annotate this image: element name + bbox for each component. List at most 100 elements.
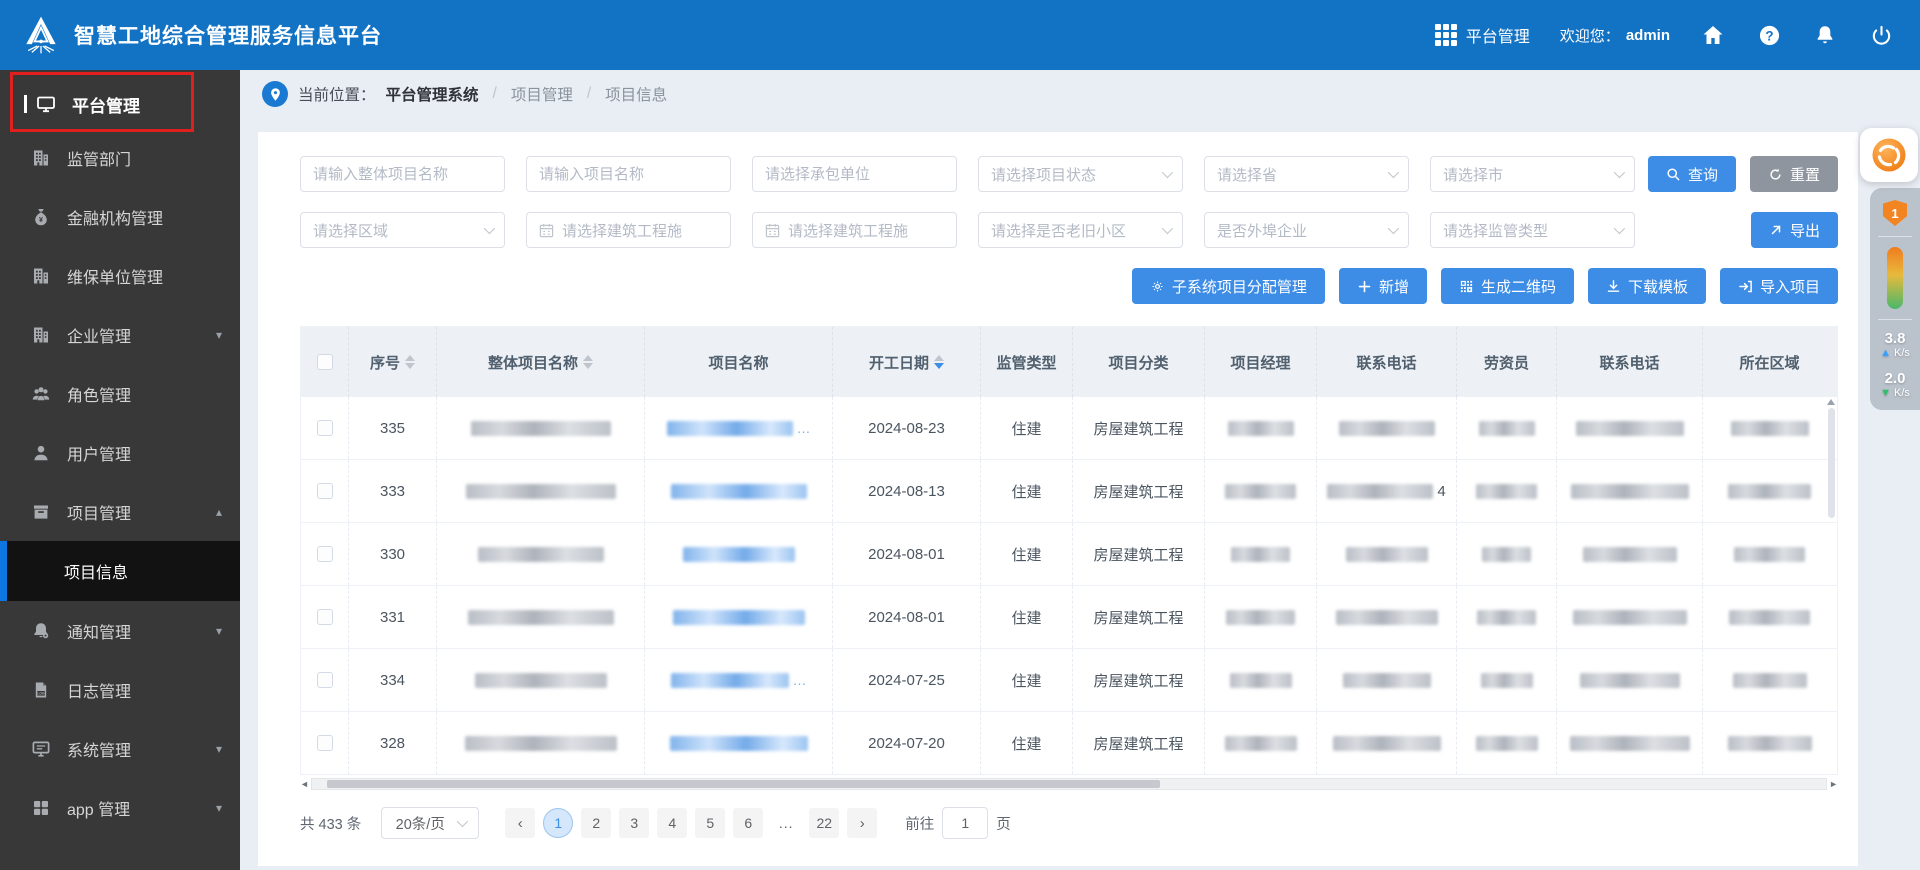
horizontal-scrollbar[interactable]: ◄ ► — [300, 777, 1838, 791]
action-button-0[interactable]: 子系统项目分配管理 — [1132, 268, 1325, 304]
cell-project-name-link[interactable] — [645, 460, 833, 522]
page-number-3[interactable]: 3 — [619, 808, 649, 838]
browser-assistant-logo[interactable] — [1860, 128, 1918, 182]
filter-select-1-5[interactable]: 请选择市 — [1430, 156, 1635, 192]
row-checkbox[interactable] — [301, 649, 349, 711]
sidebar-item-4[interactable]: 企业管理▾ — [0, 305, 240, 364]
help-icon[interactable]: ? — [1756, 22, 1782, 48]
page-number-1[interactable]: 1 — [543, 808, 573, 838]
vertical-scrollbar[interactable] — [1826, 399, 1836, 769]
sort-icons[interactable] — [583, 355, 593, 369]
scrollbar-thumb[interactable] — [327, 780, 1160, 788]
action-button-4[interactable]: 导入项目 — [1720, 268, 1838, 304]
filter-select-2-0[interactable]: 请选择区域 — [300, 212, 505, 248]
page-number-4[interactable]: 4 — [657, 808, 687, 838]
placeholder-text: 请选择建筑工程施 — [562, 220, 718, 241]
page-number-2[interactable]: 2 — [581, 808, 611, 838]
prev-page-button[interactable]: ‹ — [505, 808, 535, 838]
checkbox[interactable] — [317, 483, 333, 499]
breadcrumb-root[interactable]: 平台管理系统 — [386, 83, 479, 105]
action-button-2[interactable]: 生成二维码 — [1441, 268, 1574, 304]
sidebar-item-6[interactable]: 用户管理 — [0, 423, 240, 482]
cell-project-category: 房屋建筑工程 — [1073, 712, 1205, 774]
row-checkbox[interactable] — [301, 397, 349, 459]
sidebar-item-5[interactable]: 角色管理 — [0, 364, 240, 423]
sidebar-item-2[interactable]: ¥金融机构管理 — [0, 187, 240, 246]
filter-select-2-3[interactable]: 请选择是否老旧小区 — [978, 212, 1183, 248]
sidebar-item-11[interactable]: 系统管理▾ — [0, 719, 240, 778]
row-checkbox[interactable] — [301, 460, 349, 522]
checkbox[interactable] — [317, 609, 333, 625]
sidebar-item-7[interactable]: 项目管理▴ — [0, 482, 240, 541]
filter-select-2-4[interactable]: 是否外埠企业 — [1204, 212, 1409, 248]
table-actions: 子系统项目分配管理新增生成二维码下载模板导入项目 — [300, 268, 1838, 304]
sidebar-subitem-project-info[interactable]: 项目信息 — [0, 541, 240, 601]
shield-badge[interactable]: 1 — [1883, 200, 1907, 226]
column-header-4[interactable]: 开工日期 — [833, 327, 981, 397]
checkbox[interactable] — [317, 420, 333, 436]
scroll-right-icon[interactable]: ► — [1829, 780, 1838, 789]
checkbox[interactable] — [317, 672, 333, 688]
sidebar-item-12[interactable]: app 管理▾ — [0, 778, 240, 837]
sidebar-item-1[interactable]: 监管部门 — [0, 128, 240, 187]
action-button-1[interactable]: 新增 — [1339, 268, 1427, 304]
page-number-5[interactable]: 5 — [695, 808, 725, 838]
search-button[interactable]: 查询 — [1648, 156, 1736, 192]
goto-page-input[interactable] — [942, 807, 988, 839]
sidebar-item-10[interactable]: LOG日志管理 — [0, 660, 240, 719]
bell-icon[interactable] — [1812, 22, 1838, 48]
sidebar-item-3[interactable]: 维保单位管理 — [0, 246, 240, 305]
row-checkbox[interactable] — [301, 586, 349, 648]
redacted-text — [670, 736, 808, 751]
checkbox[interactable] — [317, 735, 333, 751]
sidebar-item-9[interactable]: 通知管理▾ — [0, 601, 240, 660]
filter-input-1-1[interactable] — [526, 156, 731, 192]
next-page-button[interactable]: › — [847, 808, 877, 838]
platform-nav[interactable]: 平台管理 — [1435, 23, 1530, 47]
scroll-left-icon[interactable]: ◄ — [300, 780, 309, 789]
select-all-checkbox[interactable] — [301, 327, 349, 397]
home-icon[interactable] — [1700, 22, 1726, 48]
cell-project-name-link[interactable]: … — [645, 649, 833, 711]
page-ellipsis[interactable]: ... — [771, 808, 801, 838]
page-number-6[interactable]: 6 — [733, 808, 763, 838]
sort-icons[interactable] — [405, 355, 415, 369]
page-size-select[interactable]: 20条/页 — [381, 807, 479, 839]
sidebar-item-0[interactable]: 平台管理 — [0, 80, 240, 128]
download-speed: 2.0 ▼ K/s — [1880, 370, 1910, 400]
security-widget[interactable]: 1 3.8 ▲ K/s 2.0 ▼ K/s — [1870, 188, 1920, 410]
action-button-3[interactable]: 下载模板 — [1588, 268, 1706, 304]
redacted-text — [671, 673, 789, 688]
filter-select-1-3[interactable]: 请选择项目状态 — [978, 156, 1183, 192]
column-header-2[interactable]: 整体项目名称 — [437, 327, 645, 397]
sidebar-item-label: 日志管理 — [67, 678, 131, 702]
column-label: 项目分类 — [1108, 352, 1168, 373]
reset-button[interactable]: 重置 — [1750, 156, 1838, 192]
column-header-1[interactable]: 序号 — [349, 327, 437, 397]
filter-datepicker-2-2[interactable]: 请选择建筑工程施 — [752, 212, 957, 248]
breadcrumb-item[interactable]: 项目信息 — [605, 83, 667, 105]
filter-select-2-5[interactable]: 请选择监管类型 — [1430, 212, 1635, 248]
page-number-22[interactable]: 22 — [809, 808, 839, 838]
filter-input-1-0[interactable] — [300, 156, 505, 192]
cell-project-name-link[interactable] — [645, 523, 833, 585]
sort-icons[interactable] — [934, 355, 944, 369]
filter-input-1-2[interactable] — [752, 156, 957, 192]
power-icon[interactable] — [1868, 22, 1894, 48]
filter-select-1-4[interactable]: 请选择省 — [1204, 156, 1409, 192]
column-label: 序号 — [370, 352, 400, 373]
export-button[interactable]: 导出 — [1751, 212, 1838, 248]
checkbox[interactable] — [317, 546, 333, 562]
cell-project-name-link[interactable] — [645, 586, 833, 648]
cell-project-name-link[interactable]: … — [645, 397, 833, 459]
truncation-ellipsis: … — [797, 420, 811, 436]
breadcrumb-item[interactable]: 项目管理 — [511, 83, 573, 105]
row-checkbox[interactable] — [301, 523, 349, 585]
temperature-gauge[interactable] — [1887, 247, 1903, 309]
row-checkbox[interactable] — [301, 712, 349, 774]
table-row: 3332024-08-13住建房屋建筑工程4 — [301, 460, 1837, 523]
cell-project-name-link[interactable] — [645, 712, 833, 774]
redacted-text — [475, 673, 607, 688]
checkbox[interactable] — [317, 354, 333, 370]
filter-datepicker-2-1[interactable]: 请选择建筑工程施 — [526, 212, 731, 248]
